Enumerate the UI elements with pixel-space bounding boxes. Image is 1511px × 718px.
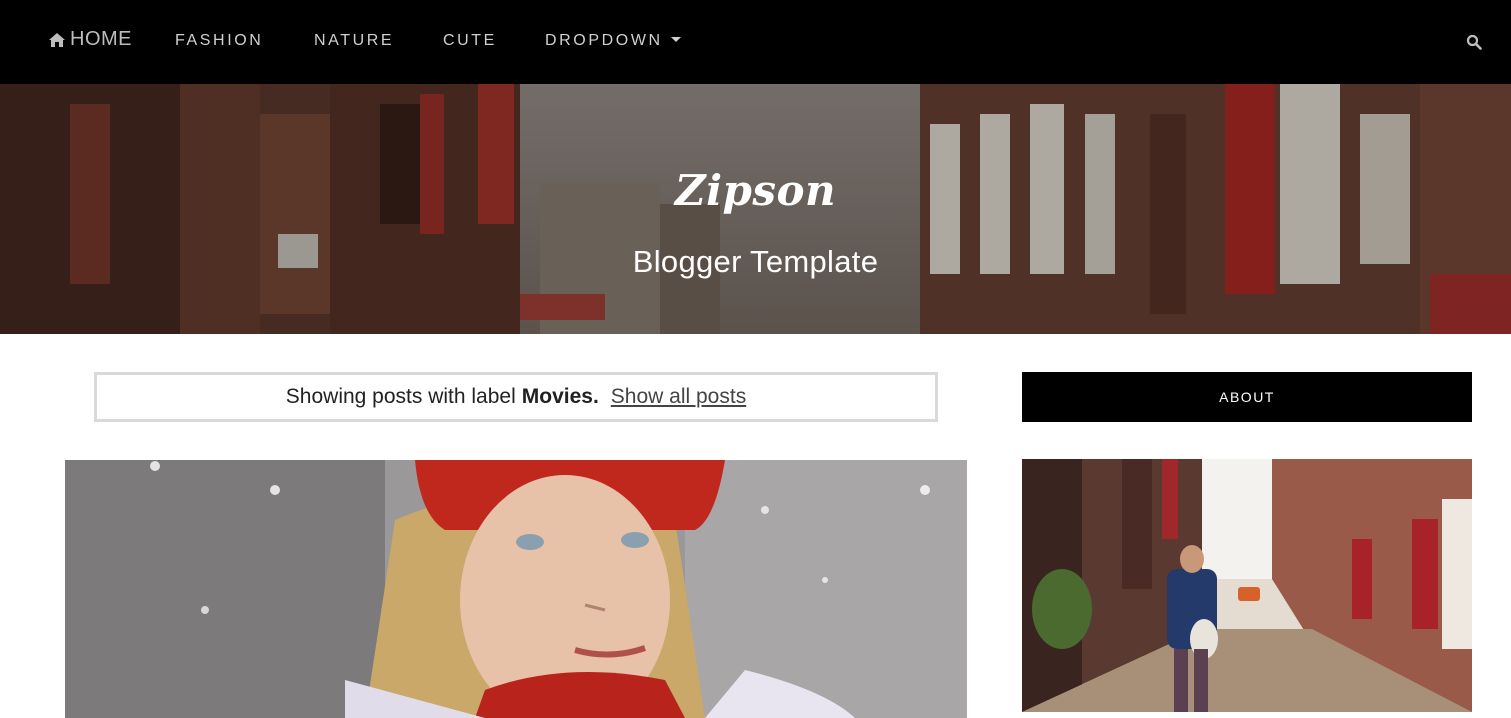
nav-item-fashion[interactable]: FASHION (175, 32, 263, 50)
top-navigation: HOME FASHION NATURE CUTE DROPDOWN (0, 0, 1511, 84)
post-image-graphic (65, 460, 967, 718)
nav-item-nature[interactable]: NATURE (314, 32, 394, 50)
site-title[interactable]: Zipson (0, 166, 1511, 215)
caret-down-icon (670, 37, 681, 43)
site-subtitle: Blogger Template (632, 244, 879, 279)
label-filter-prefix: Showing posts with label (285, 385, 516, 408)
home-icon (48, 32, 66, 48)
label-filter-status: Showing posts with label Movies. Show al… (94, 372, 938, 422)
nav-home-label: HOME (70, 28, 132, 50)
nav-item-cute[interactable]: CUTE (443, 32, 497, 50)
show-all-posts-link[interactable]: Show all posts (611, 385, 746, 409)
sidebar-about-image (1022, 459, 1472, 712)
nav-dropdown-label: DROPDOWN (545, 32, 663, 49)
nav-home-link[interactable]: HOME (48, 28, 132, 51)
nav-item-dropdown[interactable]: DROPDOWN (545, 32, 681, 50)
search-icon[interactable] (1466, 34, 1482, 55)
label-filter-name: Movies. (521, 385, 599, 408)
about-image-graphic (1022, 459, 1472, 712)
sidebar-about-heading: ABOUT (1022, 372, 1472, 422)
post-featured-image[interactable] (65, 460, 967, 718)
